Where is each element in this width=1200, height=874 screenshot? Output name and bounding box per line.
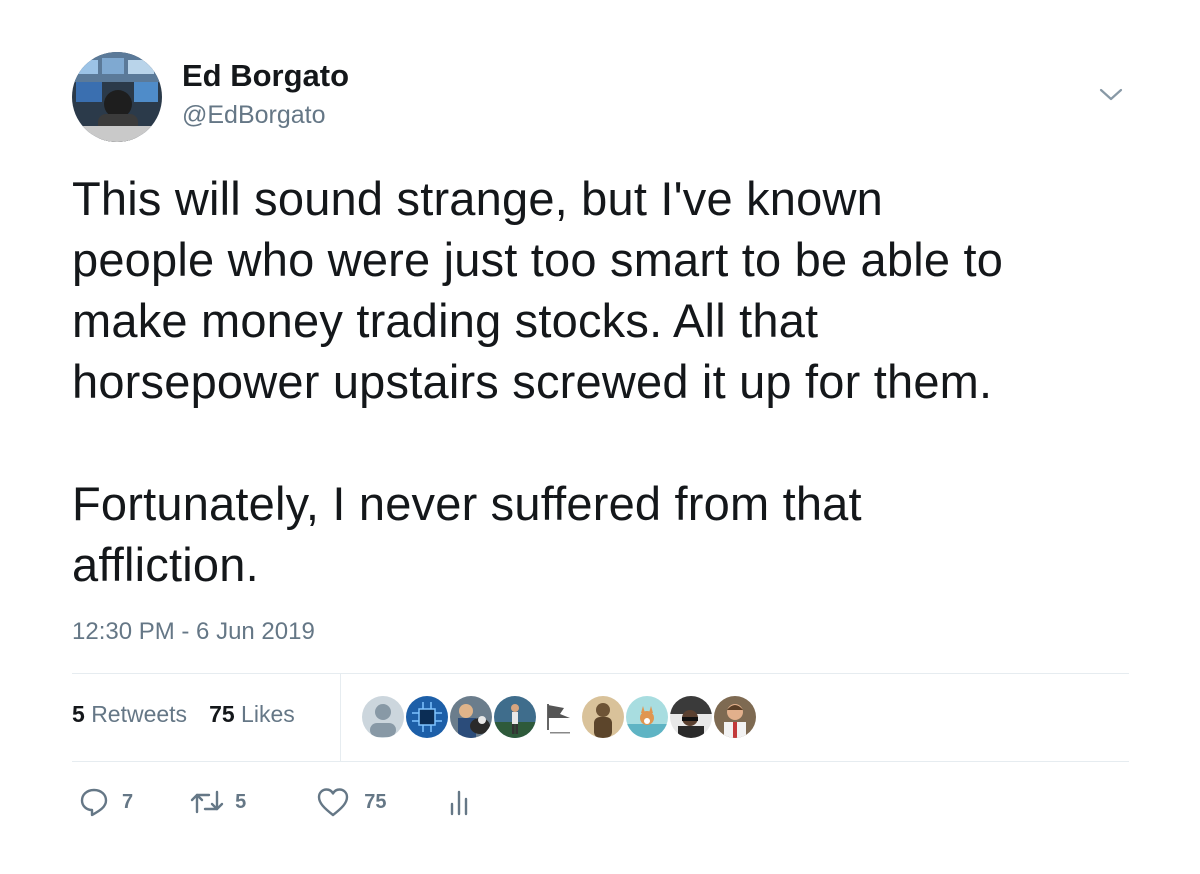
analytics-icon — [447, 786, 471, 818]
engagement-stats: 5 Retweets 75 Likes — [72, 701, 317, 728]
tweet-text: This will sound strange, but I've known … — [72, 172, 1004, 591]
author-name[interactable]: Ed Borgato — [182, 58, 349, 94]
stats-separator — [340, 673, 341, 762]
likes-label: Likes — [241, 701, 295, 727]
liker-avatar-statue[interactable] — [580, 694, 626, 740]
retweets-stat[interactable]: 5 Retweets — [72, 701, 187, 728]
retweet-button[interactable]: 5 — [189, 786, 246, 818]
retweet-icon — [189, 786, 225, 818]
liker-avatar-corgi[interactable] — [624, 694, 670, 740]
likes-count: 75 — [209, 701, 235, 727]
author-avatar-image — [72, 52, 162, 142]
retweets-count: 5 — [72, 701, 85, 727]
liker-avatar-runner[interactable] — [492, 694, 538, 740]
chevron-down-icon[interactable] — [1098, 84, 1124, 104]
liker-avatar-driver[interactable] — [668, 694, 714, 740]
author-avatar[interactable] — [72, 52, 162, 142]
like-count: 75 — [364, 790, 387, 813]
author-handle[interactable]: @EdBorgato — [182, 101, 326, 130]
reply-count: 7 — [122, 790, 134, 813]
liker-avatar-man[interactable] — [712, 694, 758, 740]
liker-avatar-person-dog[interactable] — [448, 694, 494, 740]
retweets-label: Retweets — [91, 701, 188, 727]
reply-icon — [78, 786, 110, 818]
reply-button[interactable]: 7 — [78, 786, 133, 818]
liker-avatars — [360, 694, 758, 740]
liker-avatar-chip[interactable] — [404, 694, 450, 740]
action-bar: 7 5 75 — [72, 786, 471, 818]
divider-bottom — [72, 761, 1129, 762]
liker-avatar-flag[interactable] — [536, 694, 582, 740]
analytics-button[interactable] — [447, 786, 471, 818]
like-button[interactable]: 75 — [316, 786, 387, 818]
retweet-count: 5 — [235, 790, 247, 813]
likes-stat[interactable]: 75 Likes — [209, 701, 295, 728]
heart-icon — [316, 786, 350, 818]
liker-avatar-default[interactable] — [360, 694, 406, 740]
tweet-timestamp[interactable]: 12:30 PM - 6 Jun 2019 — [72, 618, 315, 646]
divider-top — [72, 673, 1129, 674]
